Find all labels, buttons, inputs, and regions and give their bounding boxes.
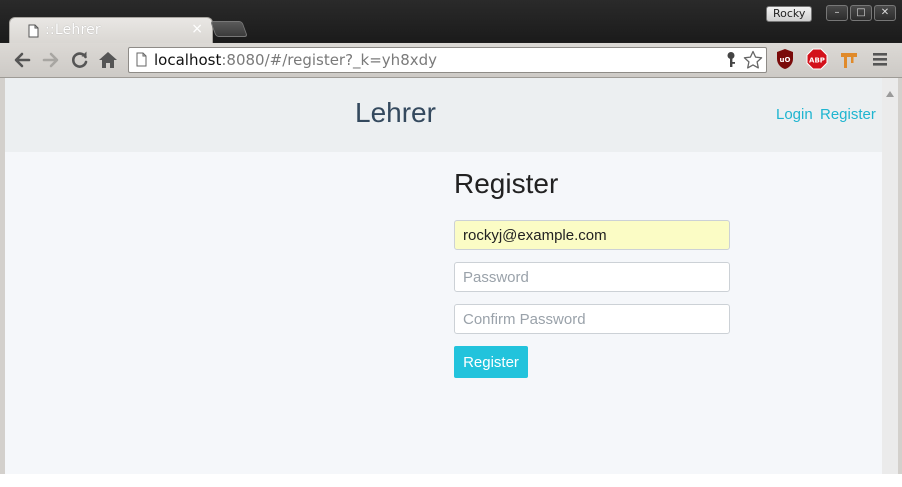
extension-icon[interactable] xyxy=(838,48,860,70)
ublock-icon[interactable]: uO xyxy=(775,48,797,70)
url-path: :8080/#/register?_k=yh8xdy xyxy=(221,51,438,69)
profile-badge[interactable]: Rocky xyxy=(766,6,813,22)
browser-toolbar: localhost:8080/#/register?_k=yh8xdy uO A… xyxy=(0,43,902,78)
register-button[interactable]: Register xyxy=(454,346,528,378)
back-icon[interactable] xyxy=(11,49,33,71)
site-brand[interactable]: Lehrer xyxy=(355,97,436,129)
page-scrollbar[interactable] xyxy=(882,78,898,481)
scroll-up-icon[interactable] xyxy=(886,82,894,101)
address-bar[interactable]: localhost:8080/#/register?_k=yh8xdy xyxy=(128,47,767,73)
key-icon[interactable] xyxy=(725,51,737,72)
maximize-button[interactable]: □ xyxy=(850,5,872,21)
window-bottom-edge xyxy=(0,474,902,487)
adblock-plus-icon[interactable]: ABP xyxy=(806,48,828,70)
email-field[interactable] xyxy=(454,220,730,250)
url-host: localhost xyxy=(154,51,222,69)
site-header: Lehrer Login Register xyxy=(5,78,882,152)
page-icon xyxy=(136,52,147,71)
svg-text:uO: uO xyxy=(780,56,791,64)
tab-close-icon[interactable]: × xyxy=(191,21,203,37)
menu-icon[interactable] xyxy=(870,48,892,70)
star-icon[interactable] xyxy=(743,50,763,74)
forward-icon[interactable] xyxy=(40,49,62,71)
new-tab-button[interactable] xyxy=(210,21,248,37)
minimize-button[interactable]: – xyxy=(826,5,848,21)
window-frame-right xyxy=(898,78,902,474)
confirm-password-field[interactable] xyxy=(454,304,730,334)
web-page: Lehrer Login Register Register Register xyxy=(5,78,882,474)
reload-icon[interactable] xyxy=(69,49,91,71)
tab-title: ::Lehrer xyxy=(45,22,101,38)
svg-text:ABP: ABP xyxy=(809,57,825,65)
url-text: localhost:8080/#/register?_k=yh8xdy xyxy=(154,51,437,69)
browser-tab[interactable]: ::Lehrer × xyxy=(9,17,213,44)
page-title: Register xyxy=(454,168,559,199)
password-field[interactable] xyxy=(454,262,730,292)
page-icon xyxy=(28,23,39,42)
nav-login-link[interactable]: Login xyxy=(776,106,813,123)
home-icon[interactable] xyxy=(97,49,119,71)
browser-titlebar: ::Lehrer × Rocky – □ ✕ xyxy=(0,0,902,44)
nav-register-link[interactable]: Register xyxy=(820,106,876,123)
close-window-button[interactable]: ✕ xyxy=(874,5,896,21)
